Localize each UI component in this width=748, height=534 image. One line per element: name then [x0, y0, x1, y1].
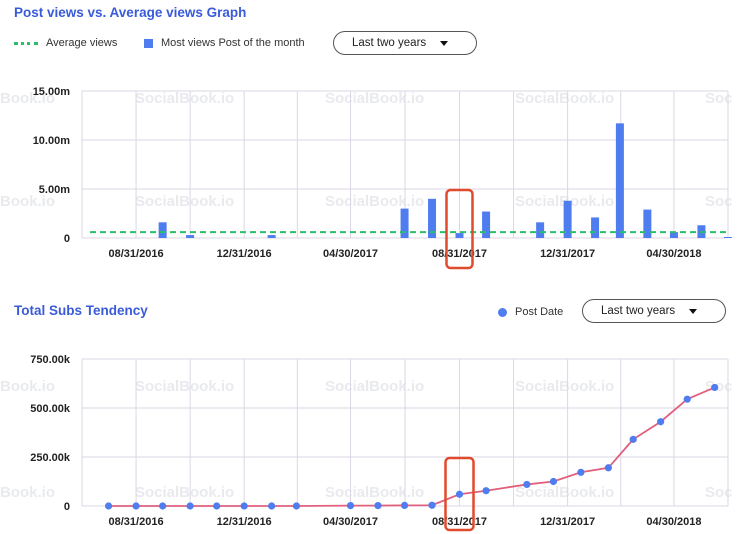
bar — [455, 233, 464, 238]
watermark-text: SocialBook.io — [135, 378, 234, 395]
data-point — [455, 490, 464, 498]
data-point — [104, 502, 113, 510]
data-point — [186, 502, 194, 510]
data-point — [374, 502, 382, 510]
subs-tendency-chart: Book.io SocialBook.io SocialBook.io SocialB… — [0, 354, 733, 532]
x-tick-label: 12/31/2017 — [540, 516, 595, 528]
x-tick-label: 08/31/2017 — [432, 248, 487, 260]
x-tick-label: 04/30/2018 — [646, 248, 701, 260]
bar — [591, 217, 600, 238]
watermark-text: Book.io — [0, 378, 55, 395]
data-point — [523, 480, 531, 489]
x-tick-label: 12/31/2017 — [540, 248, 595, 260]
data-point — [711, 383, 719, 392]
data-point — [292, 502, 301, 510]
bar — [400, 208, 409, 238]
data-point — [268, 502, 276, 510]
data-point — [213, 502, 221, 510]
watermark-text: SocialBook.io — [135, 484, 234, 501]
bar — [482, 211, 491, 238]
watermark-text: SocialBook.io — [325, 378, 424, 395]
data-point — [577, 468, 585, 476]
data-point — [604, 464, 612, 472]
y-tick-label: 500.00k — [30, 403, 71, 415]
bar — [158, 222, 167, 238]
y-tick-label: 10.00m — [33, 135, 71, 147]
watermark-text: SocialBook.io — [325, 193, 424, 210]
data-point — [428, 501, 436, 509]
watermark-text: SocialBook.io — [515, 90, 614, 107]
data-point — [683, 395, 691, 403]
watermark-text: SocialBook.io — [135, 90, 234, 107]
x-tick-label: 08/31/2017 — [432, 516, 487, 528]
y-tick-label: 250.00k — [30, 452, 71, 464]
data-point — [240, 502, 248, 510]
watermark-text: SocialBook.io — [325, 484, 424, 501]
x-tick-label: 04/30/2017 — [323, 516, 378, 528]
data-point — [159, 502, 167, 510]
y-tick-label: 15.00m — [33, 86, 71, 98]
bar — [615, 123, 624, 238]
watermark-text: SocialBook.io — [325, 90, 424, 107]
y-tick-label: 750.00k — [30, 354, 71, 366]
x-tick-label: 08/31/2016 — [109, 516, 164, 528]
data-point — [482, 487, 490, 495]
bar — [186, 235, 195, 238]
data-point — [549, 477, 558, 486]
post-views-panel: Post views vs. Average views Graph Avera… — [0, 0, 748, 272]
x-tick-label: 04/30/2018 — [646, 516, 701, 528]
y-tick-label: 0 — [64, 233, 70, 245]
subs-tendency-panel: Total Subs Tendency Post Date Last two y… — [0, 290, 748, 534]
bar — [267, 235, 276, 238]
y-tick-label: 0 — [64, 501, 70, 513]
bar — [724, 237, 732, 238]
watermark-text: SocialBook.io — [515, 378, 614, 395]
y-tick-label: 5.00m — [39, 184, 70, 196]
data-point — [400, 501, 409, 510]
x-tick-label: 12/31/2016 — [217, 248, 272, 260]
x-tick-label: 08/31/2016 — [109, 248, 164, 260]
data-point — [132, 502, 140, 510]
x-tick-label: 12/31/2016 — [217, 516, 272, 528]
watermark-text: Book.io — [0, 484, 55, 501]
data-point — [346, 502, 355, 510]
bar — [643, 209, 652, 238]
data-point — [629, 435, 637, 443]
bar — [536, 222, 545, 238]
post-views-chart: Book.io SocialBook.io SocialBook.io SocialB… — [0, 86, 733, 270]
data-point — [657, 418, 665, 426]
watermark-text: SocialBook.io — [135, 193, 234, 210]
watermark-text: SocialBook.io — [515, 484, 614, 501]
x-tick-label: 04/30/2017 — [323, 248, 378, 260]
